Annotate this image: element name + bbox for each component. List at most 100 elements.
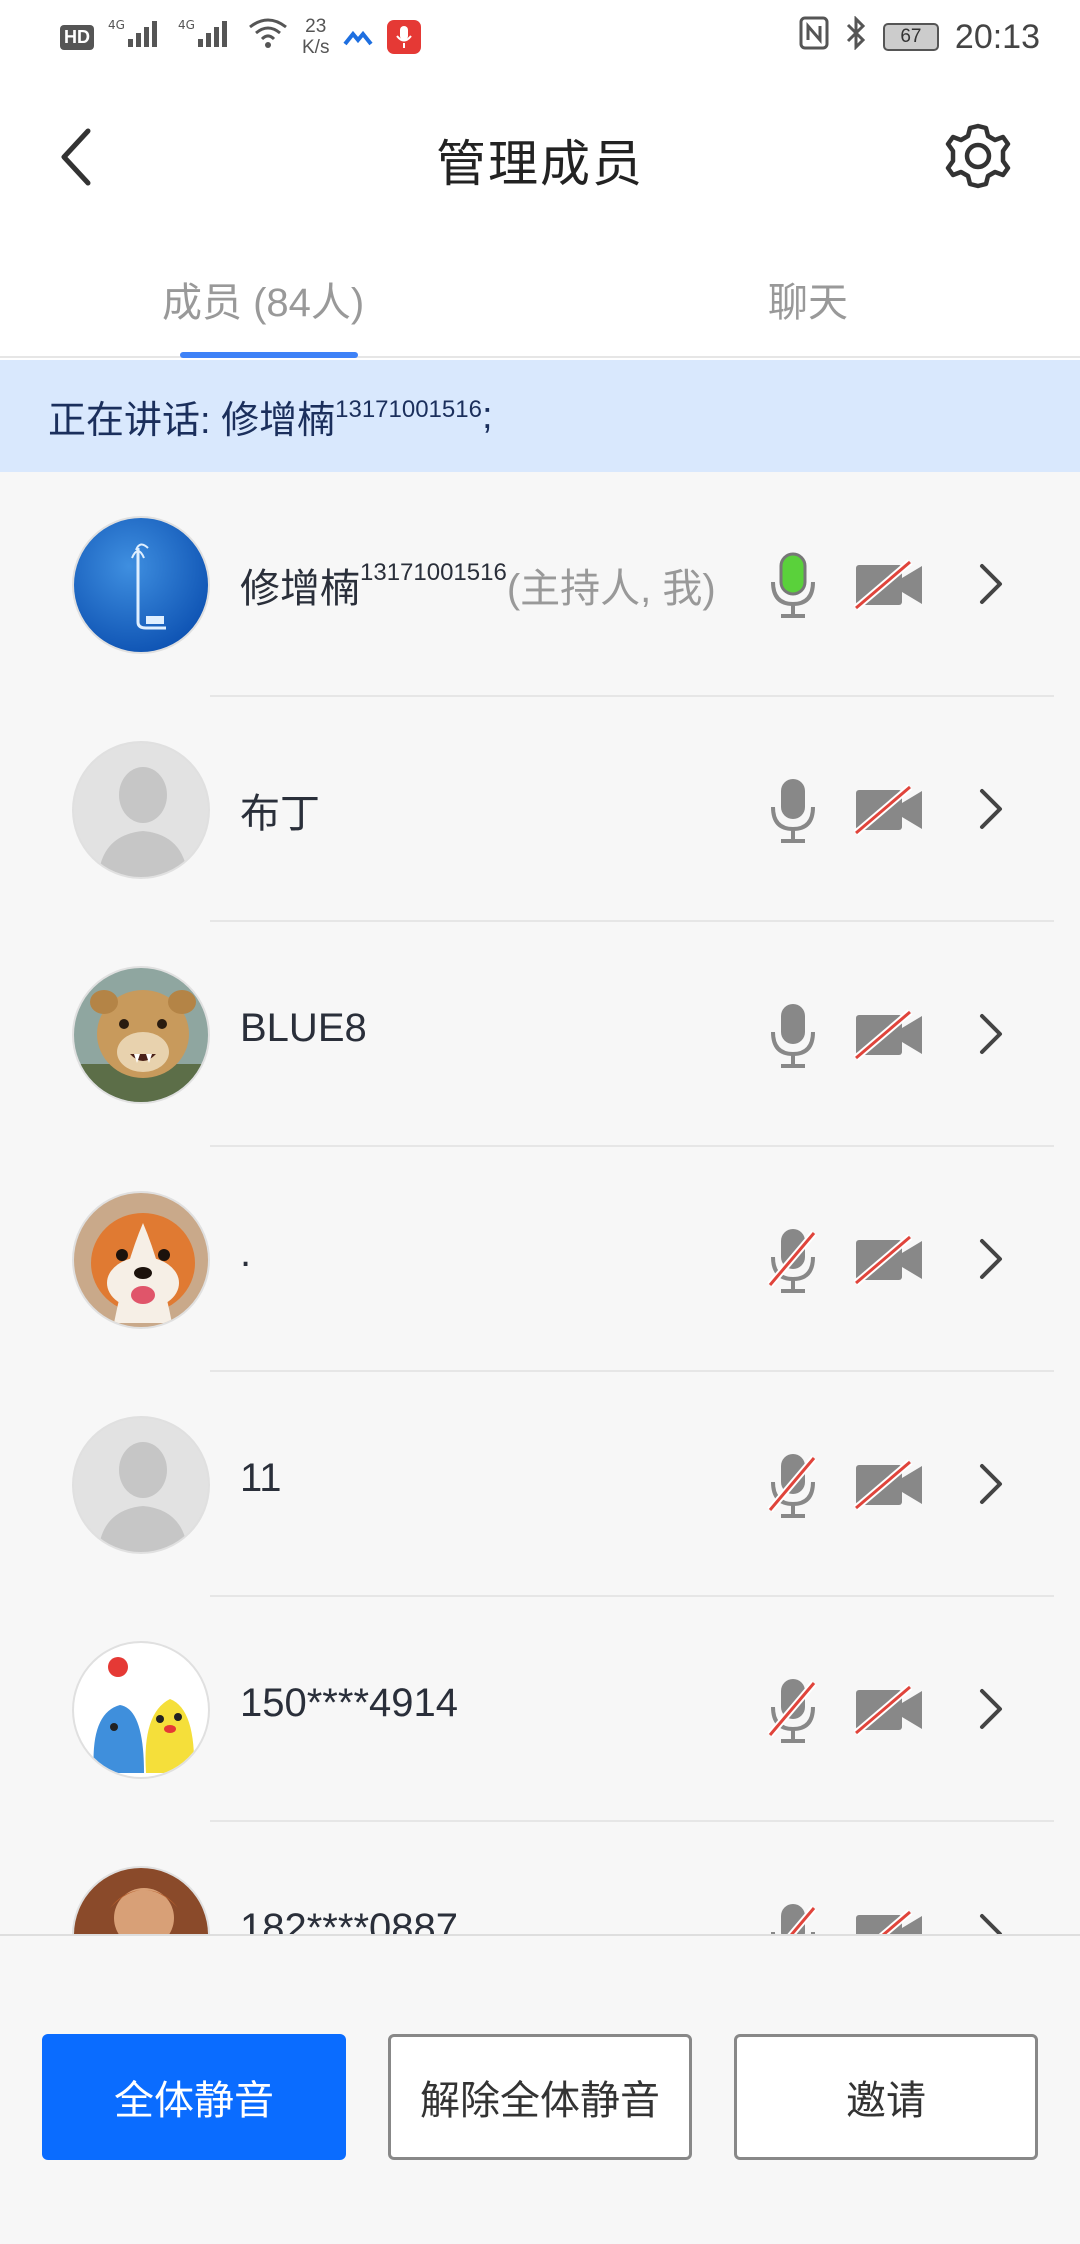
avatar: [72, 1641, 210, 1779]
mic-muted-icon: [771, 1904, 817, 1934]
tab-members[interactable]: 成员 (84人): [162, 270, 364, 328]
member-detail-button[interactable]: [976, 1231, 1006, 1287]
member-list[interactable]: 修增楠13171001516(主持人, 我) 布丁 BLUE8 . 11 150…: [0, 472, 1080, 1934]
unmute-all-button[interactable]: 解除全体静音: [388, 2034, 692, 2160]
list-item[interactable]: 修增楠13171001516(主持人, 我): [0, 472, 1080, 697]
clock: 20:13: [954, 17, 1040, 56]
wifi-icon: [248, 17, 288, 58]
list-item[interactable]: 150****4914: [0, 1597, 1080, 1822]
member-detail-button[interactable]: [976, 1681, 1006, 1737]
camera-off-icon: [856, 1909, 922, 1934]
avatar: [72, 1866, 210, 1934]
mic-muted-icon: [767, 1454, 817, 1518]
svg-text:4G: 4G: [108, 18, 125, 32]
member-detail-button[interactable]: [976, 1456, 1006, 1512]
gear-icon: [945, 123, 1011, 189]
mic-muted-icon: [767, 1679, 817, 1743]
active-tab-indicator: [180, 352, 358, 358]
member-detail-button[interactable]: [976, 1906, 1006, 1934]
camera-toggle-button[interactable]: [852, 1008, 926, 1062]
svg-text:4G: 4G: [178, 18, 195, 32]
mic-muted-icon: [767, 1229, 817, 1293]
camera-off-icon: [853, 559, 922, 611]
avatar: [72, 1191, 210, 1329]
list-item[interactable]: 182****0887: [0, 1822, 1080, 1934]
battery-indicator: 67: [882, 23, 939, 51]
mic-toggle-button[interactable]: [766, 1675, 820, 1745]
network-speed: 23 K/s: [302, 16, 329, 58]
invite-button[interactable]: 邀请: [734, 2034, 1038, 2160]
list-item[interactable]: BLUE8: [0, 922, 1080, 1147]
mic-speaking-icon: [771, 552, 815, 618]
chevron-right-icon: [980, 564, 1002, 604]
speaking-banner: 正在讲话: 修增楠 13171001516;: [0, 360, 1080, 472]
speaking-prefix: 正在讲话: 修增楠: [48, 399, 336, 442]
member-detail-button[interactable]: [976, 781, 1006, 837]
camera-toggle-button[interactable]: [852, 558, 926, 612]
speaking-id: 13171001516: [335, 396, 482, 423]
member-name-text: BLUE8: [240, 1006, 367, 1050]
chevron-right-icon: [980, 1914, 1002, 1934]
mic-toggle-button[interactable]: [766, 550, 820, 620]
member-detail-button[interactable]: [976, 556, 1006, 612]
speed-unit: K/s: [302, 37, 330, 58]
nfc-icon: [799, 16, 829, 59]
hd-indicator: HD: [60, 24, 94, 50]
list-item[interactable]: .: [0, 1147, 1080, 1372]
member-name: 布丁: [240, 781, 320, 839]
camera-off-icon: [853, 1684, 922, 1736]
member-id: 13171001516: [360, 558, 507, 586]
bluetooth-icon: [845, 14, 867, 59]
camera-toggle-button[interactable]: [852, 1683, 926, 1737]
recording-mic-icon: [387, 20, 422, 54]
settings-button[interactable]: [942, 120, 1014, 192]
lion-cub-avatar-icon: [74, 968, 208, 1102]
photo-avatar-icon: [74, 1868, 208, 1934]
status-bar: HD 4G 4G 23 K/s 67 20:13: [0, 0, 1080, 74]
member-name-text: 布丁: [240, 792, 320, 836]
member-name-text: 150****4914: [240, 1681, 458, 1725]
mic-icon: [771, 779, 815, 843]
member-name-text: 修增楠: [240, 567, 360, 611]
member-detail-button[interactable]: [976, 1006, 1006, 1062]
speaking-suffix: ;: [481, 394, 493, 437]
camera-off-icon: [853, 784, 922, 836]
status-left: HD 4G 4G 23 K/s: [60, 16, 422, 58]
signal-icon-sim2: 4G: [178, 17, 234, 58]
list-item[interactable]: 布丁: [0, 697, 1080, 922]
mic-toggle-button[interactable]: [766, 1450, 820, 1520]
chevron-right-icon: [980, 1014, 1002, 1054]
mute-all-button[interactable]: 全体静音: [42, 2034, 346, 2160]
blue-logo-avatar-icon: [74, 518, 208, 652]
mic-toggle-button[interactable]: [766, 1225, 820, 1295]
status-right: 67 20:13: [799, 14, 1040, 59]
camera-toggle-button[interactable]: [852, 783, 926, 837]
chevron-right-icon: [980, 789, 1002, 829]
avatar: [72, 1416, 210, 1554]
member-name: 11: [240, 1456, 282, 1501]
chevron-right-icon: [980, 1464, 1002, 1504]
chevron-right-icon: [980, 1689, 1002, 1729]
mic-toggle-button[interactable]: [766, 775, 820, 845]
avatar: [72, 516, 210, 654]
camera-off-icon: [853, 1459, 922, 1511]
camera-toggle-button[interactable]: [852, 1458, 926, 1512]
signal-icon: 4G: [108, 17, 164, 58]
mic-toggle-button[interactable]: [766, 1000, 820, 1070]
mic-icon: [771, 1004, 815, 1068]
member-name-text: 11: [240, 1456, 282, 1500]
member-name-text: 182****0887: [240, 1906, 458, 1934]
member-name: .: [240, 1231, 251, 1276]
mic-toggle-button[interactable]: [766, 1900, 820, 1934]
list-item[interactable]: 11: [0, 1372, 1080, 1597]
avatar: [72, 741, 210, 879]
camera-toggle-button[interactable]: [852, 1908, 926, 1934]
avatar: [72, 966, 210, 1104]
camera-off-icon: [853, 1009, 922, 1061]
speed-value: 23: [305, 16, 327, 37]
cartoon-avatar-icon: [74, 1643, 208, 1777]
member-name: BLUE8: [240, 1006, 367, 1051]
camera-toggle-button[interactable]: [852, 1233, 926, 1287]
tab-chat[interactable]: 聊天: [768, 270, 848, 328]
app-notification-icon: [343, 18, 374, 57]
